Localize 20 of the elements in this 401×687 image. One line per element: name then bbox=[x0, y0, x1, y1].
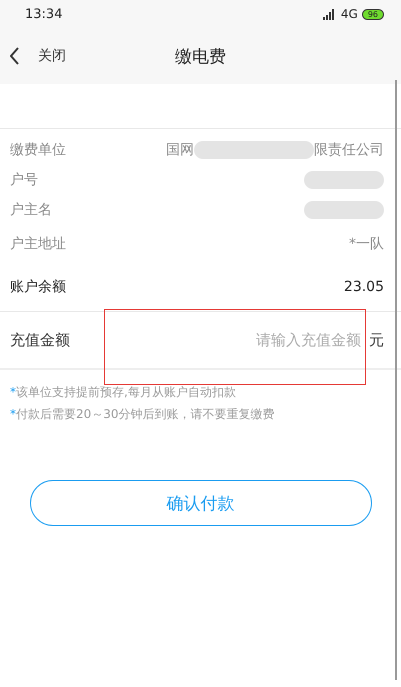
field-value: 23.05 bbox=[344, 279, 384, 295]
field-value: 限责任公司 bbox=[314, 141, 384, 159]
note-text: *该单位支持提前预存,每月从账户自动扣款 bbox=[10, 384, 237, 401]
field-label: 户号 bbox=[10, 171, 38, 189]
field-value: 国网 bbox=[166, 141, 194, 159]
battery-icon: 96 bbox=[362, 8, 384, 20]
page-title: 缴电费 bbox=[175, 46, 226, 68]
back-chevron-icon bbox=[10, 47, 20, 65]
field-label: 账户余额 bbox=[10, 278, 66, 296]
network-type: 4G bbox=[340, 7, 358, 21]
field-label: 户主名 bbox=[10, 201, 52, 219]
status-time: 13:34 bbox=[25, 6, 62, 22]
back-button[interactable]: 关闭 bbox=[0, 47, 66, 65]
signal-icon bbox=[322, 8, 337, 20]
field-label: 充值金额 bbox=[10, 330, 71, 350]
unit-label: 元 bbox=[369, 330, 384, 350]
field-label: 缴费单位 bbox=[10, 141, 66, 159]
field-value: *一队 bbox=[349, 235, 384, 253]
note-text: *付款后需要20～30分钟后到账，请不要重复缴费 bbox=[10, 406, 276, 423]
field-label: 户主地址 bbox=[10, 235, 66, 253]
